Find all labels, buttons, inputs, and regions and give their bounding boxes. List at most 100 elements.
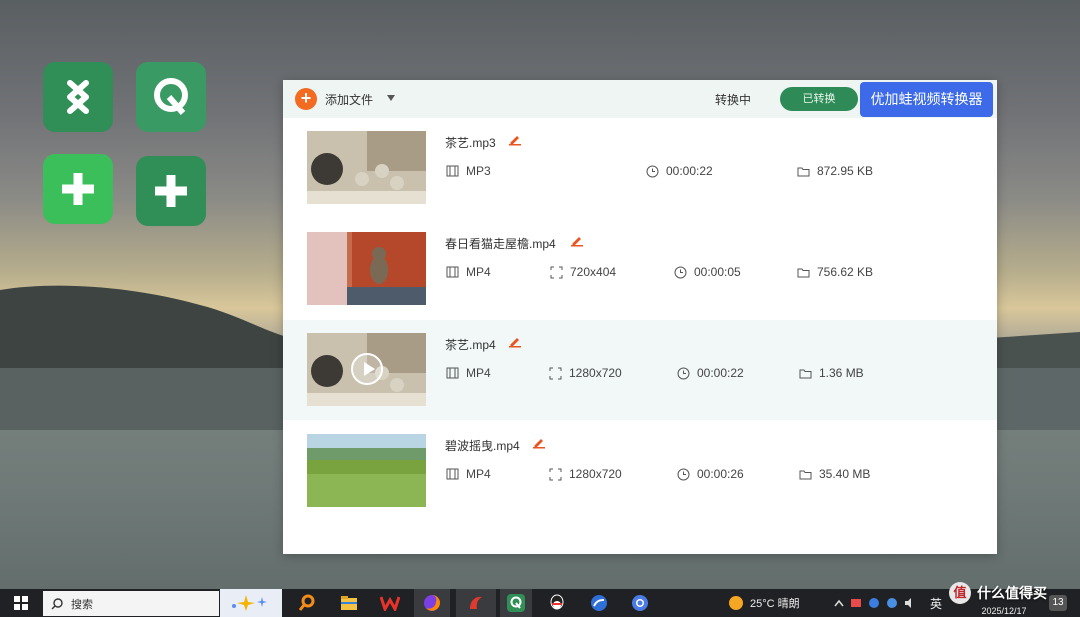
taskbar-converter-app[interactable] [500, 589, 532, 617]
folder-icon [799, 369, 812, 378]
start-button[interactable] [8, 589, 34, 617]
plus-app-icon [62, 173, 94, 205]
firefox-icon [424, 595, 440, 611]
file-row[interactable]: 茶艺.mp4 MP4 1280x720 00:00:22 1.36 MB [283, 320, 997, 420]
taskbar-wps[interactable] [375, 589, 405, 617]
file-name: 茶艺.mp4 [445, 338, 496, 352]
windows-icon [14, 596, 28, 610]
file-format: MP4 [466, 366, 491, 380]
tray-network-icon [887, 598, 897, 608]
file-size: 35.40 MB [819, 467, 871, 481]
folder-icon [797, 167, 810, 176]
weather-widget[interactable]: 25°C 晴朗 [728, 589, 816, 617]
file-format: MP4 [466, 265, 491, 279]
file-name: 碧波摇曳.mp4 [445, 439, 520, 453]
folder-icon [797, 268, 810, 277]
file-row[interactable]: 茶艺.mp3 MP3 00:00:22 872.95 KB [283, 118, 997, 218]
browser-icon [591, 595, 607, 611]
desktop-app-icon-3[interactable] [43, 154, 113, 224]
video-thumbnail-field [307, 434, 426, 507]
clock-icon [674, 266, 687, 278]
qq-penguin-icon [550, 594, 564, 610]
file-name: 春日看猫走屋檐.mp4 [445, 237, 556, 251]
taskbar-file-explorer[interactable] [334, 589, 364, 617]
film-icon [446, 165, 459, 177]
edit-icon[interactable] [508, 334, 522, 348]
taskbar-search-box[interactable]: 搜索 [43, 591, 219, 616]
film-icon [446, 468, 459, 480]
copilot-sparkle-icon[interactable] [220, 589, 282, 617]
q-app-icon [507, 594, 525, 612]
file-size: 872.95 KB [817, 164, 874, 178]
video-thumbnail-tea[interactable] [307, 333, 426, 406]
file-size: 1.36 MB [819, 366, 864, 380]
round-app-icon [632, 595, 648, 611]
add-file-plus-icon[interactable]: + [295, 88, 317, 110]
chevron-down-icon[interactable] [387, 95, 395, 101]
ime-text: 英 [929, 596, 942, 611]
toolbar: + 添加文件 转换中 已转换 优加蛙视频转换器 [283, 80, 997, 118]
notification-center[interactable]: 13 [1046, 589, 1070, 617]
tab-converted[interactable]: 已转换 [780, 87, 858, 111]
desktop-app-icon-1[interactable] [43, 62, 113, 132]
film-icon [446, 367, 459, 379]
red-app-icon [470, 596, 482, 609]
desktop-app-icon-2[interactable] [136, 62, 206, 132]
converter-window: + 添加文件 转换中 已转换 优加蛙视频转换器 茶艺.mp3 MP3 00:00… [283, 80, 997, 554]
taskbar-app-red[interactable] [456, 589, 496, 617]
folder-icon [799, 470, 812, 479]
file-size: 756.62 KB [817, 265, 874, 279]
watermark-logo-icon: 值 [949, 582, 971, 604]
weather-text: 25°C 晴朗 [750, 598, 800, 610]
file-duration: 00:00:05 [694, 265, 741, 279]
file-format: MP3 [466, 164, 491, 178]
taskbar-firefox[interactable] [414, 589, 450, 617]
ime-indicator[interactable]: 英 [925, 589, 947, 617]
magnifier-app-icon [298, 594, 315, 611]
file-resolution: 720x404 [570, 265, 617, 279]
watermark-text: 什么值得买 [977, 585, 1047, 601]
file-name: 茶艺.mp3 [445, 136, 496, 150]
taskbar-app-search[interactable] [292, 589, 322, 617]
expand-icon [549, 367, 562, 379]
video-thumbnail-cat [307, 232, 426, 305]
desktop-app-icon-4[interactable] [136, 156, 206, 226]
taskbar-browser-blue[interactable] [584, 589, 614, 617]
edit-icon[interactable] [570, 233, 584, 247]
film-icon [446, 266, 459, 278]
app-brand-label: 优加蛙视频转换器 [860, 82, 993, 117]
search-placeholder: 搜索 [71, 598, 93, 611]
tray-globe-icon [869, 598, 879, 608]
taskbar: 搜索 25°C 晴朗 英 2025/12/17 13 [0, 589, 1080, 617]
file-duration: 00:00:26 [697, 467, 744, 481]
edit-icon[interactable] [508, 132, 522, 146]
tray-app-icon [851, 599, 861, 607]
sun-icon [729, 596, 743, 610]
file-format: MP4 [466, 467, 491, 481]
edit-icon[interactable] [532, 435, 546, 449]
taskbar-qq[interactable] [542, 589, 572, 617]
chevron-up-icon [834, 599, 844, 607]
system-tray[interactable] [830, 589, 920, 617]
expand-icon [549, 468, 562, 480]
taskbar-chrome-like[interactable] [625, 589, 655, 617]
tab-converting[interactable]: 转换中 [715, 91, 751, 108]
file-resolution: 1280x720 [569, 467, 622, 481]
search-icon [51, 597, 63, 609]
file-duration: 00:00:22 [697, 366, 744, 380]
play-icon[interactable] [351, 353, 383, 385]
file-row[interactable]: 春日看猫走屋檐.mp4 MP4 720x404 00:00:05 756.62 … [283, 219, 997, 319]
folder-app-icon [341, 596, 357, 610]
file-duration: 00:00:22 [666, 164, 713, 178]
volume-icon [905, 598, 911, 608]
clock-date: 2025/12/17 [981, 606, 1027, 616]
clock-icon [677, 367, 690, 379]
q-logo-icon [154, 78, 188, 115]
add-file-button[interactable]: 添加文件 [325, 91, 373, 108]
clock-icon [646, 165, 659, 177]
video-thumbnail-tea [307, 131, 426, 204]
watermark: 值 什么值得买 [949, 582, 1047, 604]
plus-app-icon-2 [155, 175, 187, 207]
file-resolution: 1280x720 [569, 366, 622, 380]
file-row[interactable]: 碧波摇曳.mp4 MP4 1280x720 00:00:26 35.40 MB [283, 421, 997, 521]
